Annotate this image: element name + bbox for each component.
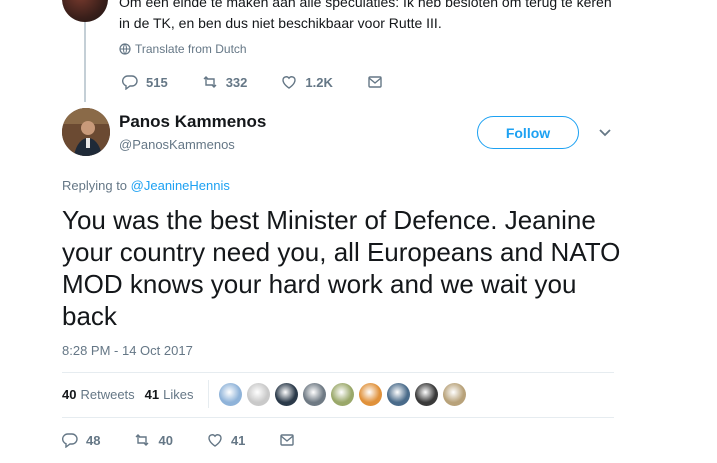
divider [62, 372, 614, 373]
previous-tweet-actions: 515 332 1.2K [122, 74, 417, 90]
liker-avatar[interactable] [358, 382, 382, 406]
previous-author-avatar[interactable] [62, 0, 108, 22]
author-handle[interactable]: @PanosKammenos [119, 137, 235, 152]
previous-tweet-text: Om een einde te maken aan alle speculati… [119, 0, 612, 31]
heart-icon [208, 434, 222, 447]
likes-label: Likes [163, 386, 194, 402]
thread-connector [84, 22, 86, 102]
tweet-timestamp[interactable]: 8:28 PM - 14 Oct 2017 [62, 343, 193, 358]
reply-count: 515 [146, 74, 168, 90]
reply-button[interactable]: 48 [62, 432, 100, 448]
translate-link[interactable]: Translate from Dutch [119, 42, 247, 56]
reply-count: 48 [86, 432, 101, 448]
heart-icon [282, 76, 297, 89]
retweets-count: 40 [62, 386, 77, 402]
liker-avatar[interactable] [218, 382, 242, 406]
globe-icon [119, 43, 131, 55]
reply-icon [122, 75, 138, 90]
retweet-count: 40 [158, 432, 173, 448]
divider [62, 417, 614, 418]
likes-stat[interactable]: 41 Likes [145, 387, 194, 402]
retweet-button[interactable]: 40 [134, 432, 173, 448]
tweet-stats: 40 Retweets 41 Likes [62, 380, 466, 408]
tweet-actions: 48 40 41 [62, 432, 329, 448]
retweets-stat[interactable]: 40 Retweets [62, 387, 135, 402]
retweet-icon [135, 434, 149, 446]
chevron-down-icon[interactable] [598, 126, 612, 140]
retweets-label: Retweets [80, 386, 135, 402]
retweet-icon [203, 76, 217, 88]
likes-count: 41 [144, 386, 160, 402]
follow-button[interactable]: Follow [477, 116, 579, 149]
liker-avatar[interactable] [330, 382, 354, 406]
like-button[interactable]: 1.2K [281, 74, 333, 90]
liker-avatar[interactable] [414, 382, 438, 406]
liker-avatars [218, 382, 466, 406]
retweet-count: 332 [225, 74, 248, 90]
replying-to: Replying to @JeanineHennis [62, 178, 230, 193]
like-count: 41 [230, 432, 246, 448]
like-button[interactable]: 41 [207, 432, 245, 448]
direct-message-button[interactable] [279, 432, 295, 448]
liker-avatar[interactable] [274, 382, 298, 406]
author-photo [62, 108, 110, 156]
author-avatar[interactable] [62, 108, 110, 156]
like-count: 1.2K [305, 74, 333, 90]
tweet-text: You was the best Minister of Defence. Je… [62, 205, 621, 331]
reply-button[interactable]: 515 [122, 74, 168, 90]
liker-avatar[interactable] [246, 382, 270, 406]
envelope-icon [280, 434, 295, 446]
liker-avatar[interactable] [442, 382, 466, 406]
direct-message-button[interactable] [367, 74, 383, 90]
retweet-button[interactable]: 332 [202, 74, 248, 90]
stats-separator [207, 380, 209, 408]
liker-avatar[interactable] [302, 382, 326, 406]
liker-avatar[interactable] [386, 382, 410, 406]
envelope-icon [368, 76, 382, 88]
author-name[interactable]: Panos Kammenos [119, 112, 266, 132]
replying-to-link[interactable]: @JeanineHennis [131, 178, 230, 193]
translate-label: Translate from Dutch [135, 42, 247, 56]
reply-icon [62, 433, 78, 448]
replying-prefix: Replying to [62, 178, 128, 193]
